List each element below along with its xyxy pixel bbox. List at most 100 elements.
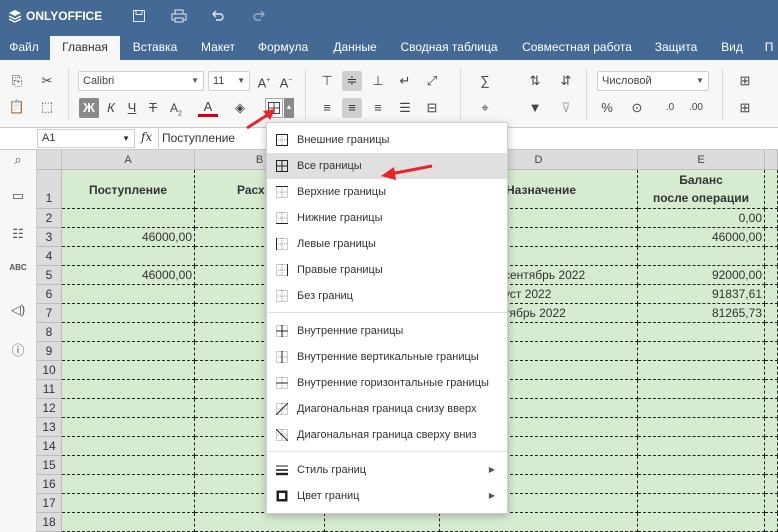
table-cell[interactable]	[62, 475, 195, 494]
table-cell[interactable]	[62, 494, 195, 513]
menu-item-diagonal-down-border[interactable]: Диагональная граница сверху вниз	[267, 422, 507, 448]
table-cell[interactable]	[638, 456, 765, 475]
comments-icon[interactable]: ▭	[8, 188, 28, 206]
search-icon[interactable]: ⌕	[8, 152, 28, 170]
table-cell[interactable]	[638, 475, 765, 494]
table-cell[interactable]	[765, 399, 778, 418]
tab-layout[interactable]: Макет	[190, 36, 246, 60]
table-cell[interactable]	[765, 170, 778, 209]
menu-item-bottom-border[interactable]: Нижние границы	[267, 205, 507, 231]
table-cell[interactable]	[62, 304, 195, 323]
row-header[interactable]: 3	[37, 228, 62, 247]
clear-filter-icon[interactable]: ⊽	[556, 98, 576, 118]
row-header[interactable]: 10	[37, 361, 62, 380]
menu-item-inner-vertical-borders[interactable]: Внутренние вертикальные границы	[267, 344, 507, 370]
table-cell[interactable]	[62, 361, 195, 380]
tab-protection[interactable]: Защита	[648, 36, 704, 60]
font-color-icon[interactable]: A	[198, 98, 218, 117]
undo-icon[interactable]	[211, 9, 225, 26]
align-bottom-icon[interactable]: ⊥	[368, 71, 388, 91]
menu-item-inner-borders[interactable]: Внутренние границы	[267, 318, 507, 344]
table-cell[interactable]	[765, 304, 778, 323]
table-cell[interactable]	[195, 513, 325, 532]
increase-decimal-icon[interactable]: .00	[686, 98, 706, 118]
table-cell[interactable]	[638, 418, 765, 437]
menu-item-border-color[interactable]: Цвет границ ▶	[267, 483, 507, 509]
table-cell[interactable]	[62, 437, 195, 456]
table-cell[interactable]	[62, 399, 195, 418]
spellcheck-icon[interactable]: ABC	[8, 263, 28, 281]
table-cell[interactable]	[765, 380, 778, 399]
tab-formula[interactable]: Формула	[250, 36, 316, 60]
row-header[interactable]: 17	[37, 494, 62, 513]
table-cell[interactable]	[638, 513, 765, 532]
filter-icon[interactable]: ▼	[525, 98, 545, 118]
decrease-decimal-icon[interactable]: .0	[660, 98, 680, 118]
percent-icon[interactable]: %	[597, 98, 617, 118]
menu-item-outer-borders[interactable]: Внешние границы	[267, 127, 507, 153]
merge-cells-icon[interactable]: ⊟	[422, 98, 442, 118]
row-header[interactable]: 16	[37, 475, 62, 494]
about-icon[interactable]: ⓘ	[8, 340, 28, 358]
table-cell[interactable]: 46000,00	[638, 228, 765, 247]
menu-item-left-border[interactable]: Левые границы	[267, 231, 507, 257]
table-cell[interactable]	[62, 285, 195, 304]
function-icon[interactable]: fx	[141, 130, 152, 144]
column-header[interactable]: E	[638, 150, 765, 170]
accounting-format-icon[interactable]: ⊙	[627, 98, 647, 118]
table-cell[interactable]	[638, 342, 765, 361]
decrease-font-icon[interactable]: A−	[276, 71, 296, 91]
row-header[interactable]: 13	[37, 418, 62, 437]
menu-item-diagonal-up-border[interactable]: Диагональная граница снизу вверх	[267, 396, 507, 422]
table-cell[interactable]	[765, 228, 778, 247]
number-format-combo[interactable]: Числовой ▼	[597, 71, 709, 91]
table-cell[interactable]	[765, 494, 778, 513]
table-cell[interactable]	[440, 513, 638, 532]
select-all-icon[interactable]: ⬚	[37, 97, 57, 117]
row-header[interactable]: 12	[37, 399, 62, 418]
table-cell[interactable]	[62, 513, 195, 532]
table-cell[interactable]: 46000,00	[62, 266, 195, 285]
menu-item-top-border[interactable]: Верхние границы	[267, 179, 507, 205]
sort-ascending-icon[interactable]: ⇅	[525, 71, 545, 91]
save-icon[interactable]	[132, 9, 146, 26]
table-cell[interactable]	[765, 209, 778, 228]
table-cell[interactable]	[638, 323, 765, 342]
row-header[interactable]: 7	[37, 304, 62, 323]
table-cell[interactable]	[765, 285, 778, 304]
table-cell[interactable]	[62, 456, 195, 475]
table-cell[interactable]	[638, 247, 765, 266]
select-all-corner[interactable]	[37, 150, 62, 170]
table-cell[interactable]: 81265,73	[638, 304, 765, 323]
table-cell[interactable]	[62, 323, 195, 342]
font-name-combo[interactable]: Calibri ▼	[78, 71, 204, 91]
table-cell[interactable]	[765, 266, 778, 285]
row-header[interactable]: 11	[37, 380, 62, 399]
row-header[interactable]: 4	[37, 247, 62, 266]
print-icon[interactable]	[171, 9, 187, 26]
table-cell[interactable]	[638, 380, 765, 399]
tab-view[interactable]: Вид	[712, 36, 752, 60]
feedback-icon[interactable]: ◁)	[8, 302, 28, 320]
italic-icon[interactable]: К	[101, 98, 121, 118]
cut-icon[interactable]: ✂	[37, 71, 57, 91]
tab-plugins[interactable]: П	[760, 36, 778, 60]
copy-icon[interactable]: ⎘	[7, 71, 27, 91]
table-cell[interactable]	[765, 437, 778, 456]
table-cell[interactable]: 91837,61	[638, 285, 765, 304]
table-cell[interactable]	[62, 209, 195, 228]
align-left-icon[interactable]: ≡	[317, 98, 337, 118]
named-ranges-icon[interactable]: ⌖	[475, 98, 495, 118]
table-cell[interactable]	[62, 418, 195, 437]
table-cell[interactable]	[638, 437, 765, 456]
wrap-text-icon[interactable]: ↵	[395, 71, 415, 91]
sort-descending-icon[interactable]: ⇵	[556, 71, 576, 91]
align-middle-icon[interactable]: ≑	[342, 71, 362, 91]
table-cell[interactable]	[765, 361, 778, 380]
table-cell[interactable]: Поступление	[62, 170, 195, 209]
subscript-icon[interactable]: A2	[166, 98, 186, 118]
table-cell[interactable]	[638, 399, 765, 418]
insert-cells-icon[interactable]: ⊞	[735, 71, 755, 91]
table-cell[interactable]	[638, 494, 765, 513]
table-cell[interactable]	[765, 418, 778, 437]
